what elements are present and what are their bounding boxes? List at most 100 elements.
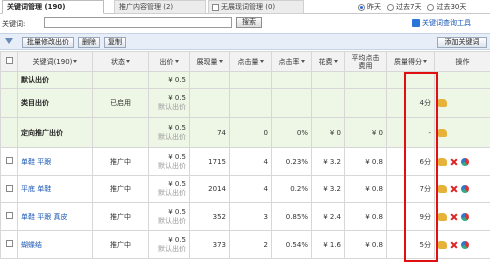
impressions-cell: 2014 [189,175,230,203]
row-checkbox[interactable] [5,212,13,219]
ops-cell [434,117,490,148]
search-button[interactable]: 搜索 [236,17,262,28]
edit-hand-icon[interactable] [438,185,447,193]
radio-selected-icon [358,3,365,11]
row-select-cell [0,88,18,118]
impressions-cell: 373 [189,230,230,259]
ops-cell [434,71,490,89]
bid-value: ¥ 0.5 [168,235,186,244]
ctr-cell: 0.54% [271,230,312,259]
sort-icon [73,60,78,63]
header-keyword[interactable]: 关键词(190) [17,51,93,72]
header-quality[interactable]: 质量得分 [386,51,435,72]
sort-icon [259,60,264,63]
avg-cpc-cell [344,71,387,89]
cost-cell [311,88,345,118]
keyword-query-tool-link[interactable]: 关键词查询工具 [412,18,471,28]
row-checkbox[interactable] [5,240,13,247]
keyword-text[interactable]: 平底 单鞋 [21,185,51,193]
header-label: 展现量 [196,57,218,66]
batch-edit-bid-button[interactable]: 批量修改出价 [22,37,74,48]
tab-no-impression-management[interactable]: 无展现词管理 (0) [208,0,304,14]
select-all-checkbox[interactable] [5,57,13,64]
ops-cell [434,175,490,203]
header-label: 出价 [159,57,174,66]
keyword-text[interactable]: 单鞋 平跟 [21,158,51,166]
tab-label: 无展现词管理 [221,3,263,11]
radio-7days[interactable]: 过去7天 [387,2,421,12]
keyword-text[interactable]: 蝴蝶结 [21,241,42,249]
list-icon [212,4,219,11]
header-avg-cpc[interactable]: 平均点击 费用 [344,51,387,72]
impressions-cell: 74 [189,117,230,148]
ctr-cell [271,71,312,89]
sort-icon [126,60,130,63]
keyword-text[interactable]: 单鞋 平跟 真皮 [21,213,67,221]
search-row: 关键词: 搜索 关键词查询工具 [0,17,490,31]
status-cell [92,71,149,89]
report-chart-icon[interactable] [461,185,469,193]
header-clicks[interactable]: 点击量 [229,51,272,72]
bid-cell[interactable]: ¥ 0.5 默认出价 [148,175,190,203]
delete-button[interactable]: 删除 [78,37,100,48]
bid-note: 默认出价 [158,244,186,253]
radio-yesterday[interactable]: 昨天 [358,2,381,12]
tab-keyword-management[interactable]: 关键词管理 (190) [2,0,104,14]
bid-cell[interactable]: ¥ 0.5 默认出价 [148,117,190,148]
bid-note: 默认出价 [158,161,186,170]
search-input[interactable] [44,17,232,28]
bid-cell[interactable]: ¥ 0.5 [148,71,190,89]
keyword-text: 默认出价 [21,76,49,84]
tab-count: (0) [265,3,276,11]
clicks-cell: 2 [229,230,272,259]
table-header: 关键词(190) 状态 出价 展现量 点击量 点击率 花费 平均点击 费用 质量得… [0,51,490,72]
header-bid[interactable]: 出价 [148,51,190,72]
status-cell: 推广中 [92,230,149,259]
edit-hand-icon[interactable] [438,99,447,107]
header-label: 操作 [455,57,470,66]
keyword-cell: 默认出价 [17,71,93,89]
report-chart-icon[interactable] [461,240,469,249]
header-label: 点击率 [278,57,300,66]
radio-30days[interactable]: 过去30天 [427,2,466,12]
keyword-cell: 类目出价 [17,88,93,118]
copy-button[interactable]: 复制 [104,37,126,48]
bid-note: 默认出价 [158,189,186,197]
bid-cell[interactable]: ¥ 0.5 默认出价 [148,230,190,259]
radio-label: 过去7天 [396,3,422,11]
delete-icon[interactable] [450,241,458,249]
delete-icon[interactable] [450,185,458,193]
row-checkbox[interactable] [5,157,13,164]
bid-cell[interactable]: ¥ 0.5 默认出价 [148,147,190,176]
bid-cell[interactable]: ¥ 0.5 默认出价 [148,88,190,118]
ctr-cell: 0.85% [271,202,312,231]
bid-value: ¥ 0.5 [168,94,186,102]
keyword-text: 类目出价 [21,99,49,107]
delete-icon[interactable] [450,158,458,166]
header-label: 关键词(190) [32,57,73,66]
row-select-cell [0,117,18,148]
sort-icon [218,60,223,63]
edit-hand-icon[interactable] [438,128,447,137]
row-checkbox[interactable] [5,184,13,192]
header-label: 平均点击 [351,53,380,62]
cost-cell [311,71,345,89]
bid-cell[interactable]: ¥ 0.5 默认出价 [148,202,190,231]
add-keyword-button[interactable]: 添加关键词 [437,37,487,48]
edit-hand-icon[interactable] [438,212,447,221]
keyword-cell: 定向推广出价 [17,117,93,148]
tab-content-management[interactable]: 推广内容管理 (2) [114,0,206,14]
status-cell: 推广中 [92,202,149,231]
edit-hand-icon[interactable] [438,157,447,166]
edit-hand-icon[interactable] [438,240,447,249]
action-toolbar: 批量修改出价 删除 复制 添加关键词 [0,33,490,50]
radio-icon [387,3,394,11]
header-impressions[interactable]: 展现量 [189,51,230,72]
report-chart-icon[interactable] [461,212,469,221]
delete-icon[interactable] [450,213,458,221]
bid-value: ¥ 0.5 [168,123,186,132]
bid-note: 默认出价 [158,132,186,141]
header-cost[interactable]: 花费 [311,51,345,72]
report-chart-icon[interactable] [461,157,469,166]
header-ctr[interactable]: 点击率 [271,51,312,72]
